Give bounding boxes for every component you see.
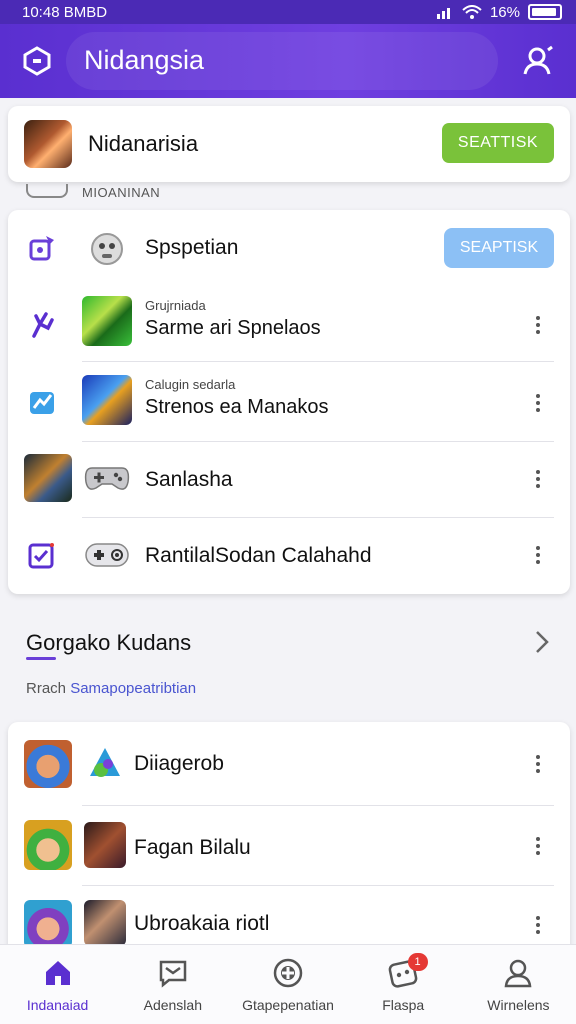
list-item-title: Sanlasha (145, 468, 233, 491)
character-avatar (24, 900, 72, 948)
more-options-icon[interactable] (528, 312, 548, 338)
app-bar: Nidangsia (0, 24, 576, 98)
section-subtitle-link[interactable]: Samapopeatribtian (70, 680, 196, 697)
featured-card[interactable]: Nidanarisia SEATTISK (8, 106, 570, 182)
list-item[interactable]: Sanlasha (8, 442, 570, 518)
nav-item-messages[interactable]: Adenslah (115, 945, 230, 1024)
nav-label: Adenslah (143, 997, 202, 1013)
more-options-icon[interactable] (528, 542, 548, 568)
list-item-subtitle: Calugin sedarla (145, 377, 236, 392)
list-item-title: RantilalSodan Calahahd (145, 544, 372, 567)
nav-item-home[interactable]: Indanaiad (0, 945, 115, 1024)
list-item[interactable]: Diiagerob (8, 722, 570, 806)
nav-item-play[interactable]: 1 Flaspa (346, 945, 461, 1024)
game-thumbnail (84, 822, 126, 868)
section-icon (26, 184, 68, 198)
nav-item-games[interactable]: Gtapepenatian (230, 945, 345, 1024)
list-item-title: Sarme ari Spnelaos (145, 317, 321, 339)
list-item[interactable]: Fagan Bilalu (8, 806, 570, 886)
home-icon (45, 961, 70, 985)
notification-badge: 1 (407, 953, 428, 971)
main-card-action-button[interactable]: SEAPTISK (444, 228, 554, 268)
main-card-title: Spspetian (145, 236, 239, 259)
list-item-title: Ubroakaia riotl (134, 912, 270, 935)
wifi-icon (462, 5, 482, 19)
main-card-header[interactable]: Spspetian SEAPTISK (8, 210, 570, 286)
signal-icon (436, 8, 450, 19)
app-logo-icon (90, 748, 120, 777)
nav-item-profile[interactable]: Wirnelens (461, 945, 576, 1024)
game-thumbnail (24, 454, 72, 502)
list-item-title: Fagan Bilalu (134, 836, 251, 859)
status-bar: 10:48 BMBD 16% (0, 0, 576, 24)
avatar (24, 120, 72, 168)
gamepad-icon (85, 543, 129, 567)
profile-icon[interactable] (522, 44, 556, 78)
bottom-navigation: Indanaiad Adenslah Gtapepenatian 1 Flasp… (0, 944, 576, 1024)
game-thumbnail (82, 375, 132, 425)
more-options-icon[interactable] (528, 833, 548, 859)
featured-name: Nidanarisia (88, 131, 199, 156)
section-title: Gorgako Kudans (26, 630, 192, 655)
character-avatar (24, 820, 72, 870)
app-title: Nidangsia (84, 45, 205, 75)
more-options-icon[interactable] (528, 390, 548, 416)
chart-icon (30, 392, 54, 414)
list-item[interactable]: Calugin sedarla Strenos ea Manakos (8, 362, 570, 442)
main-card: Spspetian SEAPTISK Grujrniada Sarme ari … (8, 210, 570, 594)
list-item[interactable]: RantilalSodan Calahahd (8, 518, 570, 594)
game-thumbnail (84, 900, 126, 946)
status-time: 10:48 BMBD (22, 3, 108, 21)
character-avatar (24, 740, 72, 788)
nav-label: Wirnelens (487, 997, 550, 1013)
status-icons: 16% (436, 4, 562, 21)
battery-icon (528, 4, 562, 20)
run-icon (32, 312, 54, 338)
more-options-icon[interactable] (528, 466, 548, 492)
list-item-title: Strenos ea Manakos (145, 396, 329, 418)
controller-icon (273, 958, 303, 988)
checkbox-icon (28, 543, 54, 569)
list-item-title: Diiagerob (134, 752, 224, 775)
person-icon (505, 959, 532, 988)
games-list-card: Diiagerob Fagan Bilalu Ubroakaia riotl (8, 722, 570, 962)
featured-action-button[interactable]: SEATTISK (442, 123, 554, 163)
hexagon-logo-icon[interactable] (22, 46, 52, 76)
section-label: MIOANINAN (82, 185, 161, 200)
mask-icon (91, 233, 123, 265)
section-subtitle-prefix: Rrach (26, 680, 67, 697)
chevron-right-icon[interactable] (532, 628, 552, 656)
controller-icon (84, 467, 130, 490)
section-subtitle: Rrach Samapopeatribtian (26, 680, 196, 697)
section-underline (26, 657, 56, 660)
list-item[interactable]: Grujrniada Sarme ari Spnelaos (8, 286, 570, 362)
more-options-icon[interactable] (528, 751, 548, 777)
message-icon (159, 960, 187, 988)
nav-label: Flaspa (382, 997, 425, 1013)
tag-icon (29, 236, 54, 261)
more-options-icon[interactable] (528, 912, 548, 938)
nav-label: Gtapepenatian (242, 997, 334, 1013)
list-item-subtitle: Grujrniada (145, 298, 206, 313)
nav-label: Indanaiad (26, 997, 89, 1013)
battery-percent: 16% (489, 3, 520, 21)
game-thumbnail (82, 296, 132, 346)
